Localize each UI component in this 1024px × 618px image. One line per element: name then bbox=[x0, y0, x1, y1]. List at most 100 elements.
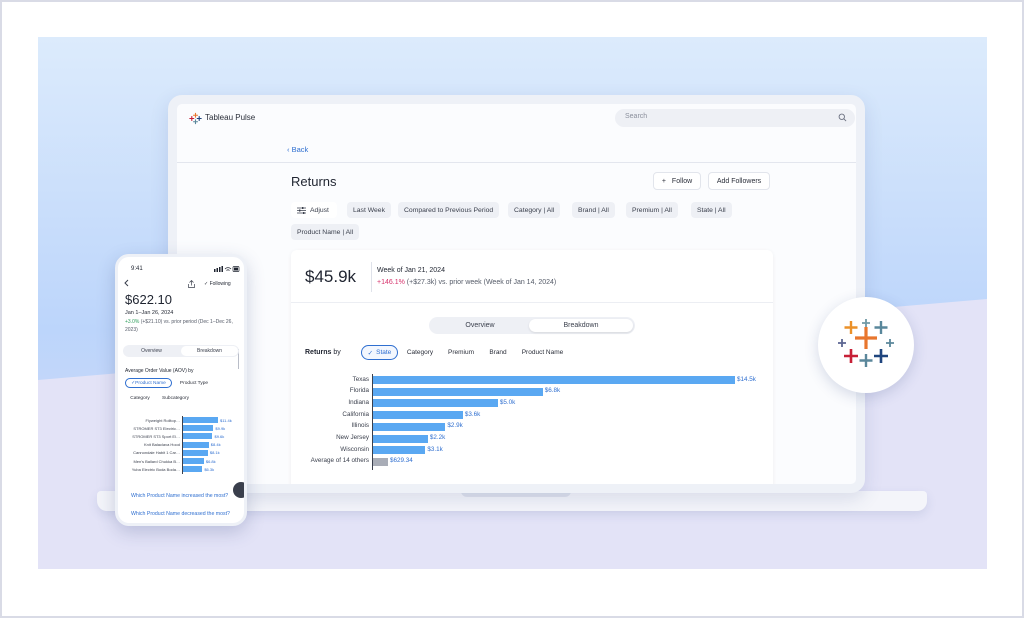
view-toggle: Overview Breakdown bbox=[429, 317, 635, 334]
follow-button[interactable]: + Follow bbox=[653, 172, 701, 190]
laptop-screen: Tableau Pulse Search ‹ Back Returns + Fo… bbox=[168, 95, 865, 493]
phone-bar[interactable] bbox=[183, 417, 218, 423]
phone-change-detail: (+$21.10) vs. prior period (Dec 1–Dec 26… bbox=[125, 319, 233, 333]
share-icon[interactable] bbox=[188, 280, 195, 288]
bar[interactable] bbox=[373, 376, 735, 384]
sliders-icon bbox=[297, 206, 306, 214]
bar[interactable] bbox=[373, 434, 428, 443]
bar[interactable] bbox=[373, 387, 543, 396]
phone-metric-label: Average Order Value (AOV) by bbox=[125, 368, 194, 374]
dimension-category[interactable]: Category bbox=[401, 345, 439, 360]
add-followers-button[interactable]: Add Followers bbox=[708, 172, 770, 190]
bar[interactable] bbox=[373, 446, 426, 455]
question-increased-link[interactable]: Which Product Name increased the most? bbox=[131, 493, 228, 499]
search-placeholder: Search bbox=[625, 113, 648, 120]
filter-comparison[interactable]: Compared to Previous Period bbox=[398, 202, 500, 218]
chevron-left-icon[interactable] bbox=[123, 279, 131, 287]
filter-product-name[interactable]: Product Name | All bbox=[291, 224, 360, 240]
phone-following-label: Following bbox=[209, 281, 231, 287]
phone-dimension-product-name-label: Product Name bbox=[135, 380, 166, 386]
adjust-button[interactable]: Adjust bbox=[291, 202, 337, 218]
phone-aov-chart: Flyweight Rolltop… $11.4k STROMER ST3 Elec… bbox=[123, 416, 241, 478]
page-title: Returns bbox=[291, 174, 337, 189]
assistant-button[interactable] bbox=[233, 482, 244, 498]
bar-value-label: $2.2k bbox=[429, 434, 446, 441]
bar[interactable] bbox=[373, 399, 498, 408]
phone-bar[interactable] bbox=[183, 425, 214, 432]
dimension-premium[interactable]: Premium bbox=[441, 345, 481, 360]
kpi-period: Week of Jan 21, 2024 bbox=[377, 267, 445, 274]
phone-bar-value-label: $6.8k bbox=[205, 458, 216, 464]
bar-label: Illinois bbox=[351, 422, 370, 430]
tab-breakdown[interactable]: Breakdown bbox=[529, 319, 633, 332]
phone-time: 9:41 bbox=[131, 266, 143, 272]
bar-label: Indiana bbox=[348, 398, 369, 406]
back-link[interactable]: ‹ Back bbox=[287, 145, 308, 154]
search-input[interactable]: Search bbox=[615, 109, 855, 127]
phone-bar-label: STROMER ST3 Sport El… bbox=[132, 433, 180, 439]
phone-bar[interactable] bbox=[183, 458, 204, 464]
phone-bar-value-label: $9.9k bbox=[215, 425, 226, 431]
phone-kpi-period: Jan 1–Jan 26, 2024 bbox=[125, 310, 174, 316]
phone-bar-value-label: $8.4k bbox=[210, 442, 221, 448]
metric-card: $45.9k Week of Jan 21, 2024 +146.1% (+$2… bbox=[291, 250, 773, 484]
plus-icon: + bbox=[661, 177, 666, 185]
phone-screen: 9:41 ✓ Following $622.10 Jan 1–Jan 26, 2… bbox=[115, 254, 247, 526]
bar-value-label: $2.9k bbox=[447, 422, 463, 430]
question-decreased-link[interactable]: Which Product Name decreased the most? bbox=[131, 511, 230, 517]
phone-tab-overview[interactable]: Overview bbox=[124, 346, 179, 356]
kpi-change-percent: +146.1% bbox=[377, 279, 405, 286]
phone-bar-value-label: $6.3k bbox=[204, 466, 215, 472]
phone-bar-label: Yuba Electric Boda Boda… bbox=[131, 466, 180, 472]
returns-by-state-chart: Texas $14.5k Florida $6.8k Indiana $5.0k Calif… bbox=[305, 374, 765, 474]
tab-overview[interactable]: Overview bbox=[431, 319, 529, 332]
dimension-brand[interactable]: Brand bbox=[483, 345, 513, 360]
phone-dimension-subcategory[interactable]: Subcategory bbox=[158, 393, 193, 403]
phone-tab-breakdown[interactable]: Breakdown bbox=[181, 346, 238, 356]
bar-value-label: $5.0k bbox=[499, 398, 516, 406]
bar-label: Florida bbox=[349, 387, 369, 395]
dimension-state[interactable]: ✓ State bbox=[361, 345, 398, 360]
app-header: Tableau Pulse Search bbox=[177, 104, 856, 134]
kpi-value: $45.9k bbox=[305, 267, 357, 286]
phone-bar[interactable] bbox=[183, 433, 213, 440]
breakdown-metric: Returns bbox=[305, 349, 332, 356]
breakdown-by-word: by bbox=[333, 349, 341, 356]
phone-bar-value-label: $9.6k bbox=[214, 433, 225, 439]
kpi-change-detail: (+$27.3k) vs. prior week (Week of Jan 14… bbox=[404, 279, 557, 286]
filter-category[interactable]: Category | All bbox=[508, 202, 561, 218]
phone-dimension-product-name[interactable]: ✓ Product Name bbox=[125, 378, 172, 388]
bar[interactable] bbox=[373, 422, 446, 431]
phone-kpi-change: +3.0% (+$21.10) vs. prior period (Dec 1–… bbox=[125, 318, 235, 334]
tableau-logo-icon[interactable] bbox=[189, 112, 202, 125]
filter-brand[interactable]: Brand | All bbox=[572, 202, 615, 218]
follow-label: Follow bbox=[671, 177, 693, 185]
bar-value-label: $6.8k bbox=[544, 387, 561, 395]
adjust-label: Adjust bbox=[310, 206, 329, 214]
phone-dimension-category[interactable]: Category bbox=[125, 393, 155, 403]
phone-change-percent: +3.0% bbox=[125, 319, 140, 325]
phone-following-button[interactable]: ✓ Following bbox=[204, 281, 231, 287]
phone-dimension-product-type[interactable]: Product Type bbox=[175, 378, 213, 388]
status-icons bbox=[214, 266, 240, 272]
filter-premium[interactable]: Premium | All bbox=[626, 202, 678, 218]
filter-period[interactable]: Last Week bbox=[347, 202, 391, 218]
phone-bar-value-label: $8.1k bbox=[209, 450, 220, 456]
phone-bar[interactable] bbox=[183, 449, 208, 456]
phone-bar-label: Knit Balaclava Hood bbox=[143, 442, 180, 448]
dimension-product-name[interactable]: Product Name bbox=[515, 345, 570, 360]
tableau-logo-badge bbox=[818, 297, 914, 393]
bar-label: New Jersey bbox=[336, 434, 369, 441]
bar-value-label: $3.1k bbox=[427, 445, 443, 453]
phone-bar-value-label: $11.4k bbox=[220, 417, 232, 423]
bar[interactable] bbox=[373, 457, 388, 466]
bar-label: Average of 14 others bbox=[310, 457, 369, 465]
phone-bar[interactable] bbox=[183, 466, 203, 473]
phone-view-toggle: Overview Breakdown bbox=[123, 345, 239, 357]
bar[interactable] bbox=[373, 411, 463, 420]
bar-value-label: $629.34 bbox=[390, 457, 413, 465]
phone-bar[interactable] bbox=[183, 441, 209, 448]
filter-state[interactable]: State | All bbox=[691, 202, 732, 218]
header-divider bbox=[177, 162, 856, 163]
bar-value-label: $3.6k bbox=[464, 410, 481, 418]
